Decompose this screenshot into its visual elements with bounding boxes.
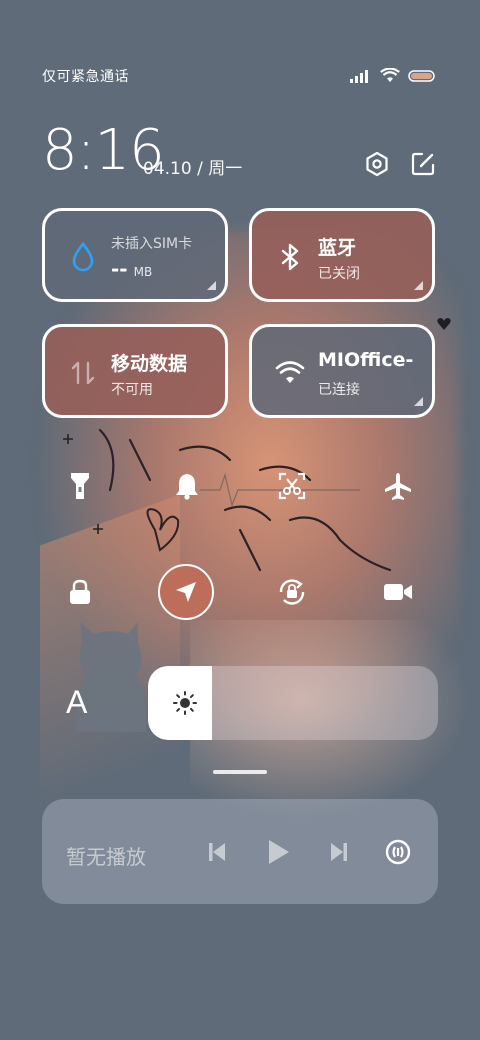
bell-icon xyxy=(176,474,198,500)
settings-icon[interactable] xyxy=(363,150,391,178)
brightness-slider[interactable] xyxy=(148,666,438,740)
previous-button[interactable] xyxy=(202,837,232,867)
mobile-data-status: 不可用 xyxy=(111,382,153,398)
date-text: 04.10 / 周一 xyxy=(143,159,243,179)
next-icon xyxy=(331,843,347,861)
mobile-data-title: 移动数据 xyxy=(111,353,188,375)
sim-label: 未插入SIM卡 xyxy=(111,236,193,252)
airplane-toggle[interactable] xyxy=(374,462,422,510)
play-button[interactable] xyxy=(263,837,293,867)
heart-doodle-icon xyxy=(437,318,451,330)
drag-handle[interactable] xyxy=(213,770,267,774)
sun-icon xyxy=(173,691,197,715)
rotate-lock-icon xyxy=(279,579,305,605)
signal-icon xyxy=(350,69,368,83)
wifi-icon xyxy=(380,68,400,82)
airplane-icon xyxy=(385,473,411,500)
status-bar: 仅可紧急通话 xyxy=(0,62,480,90)
carrier-text: 仅可紧急通话 xyxy=(42,69,129,85)
bluetooth-title: 蓝牙 xyxy=(318,237,357,259)
flashlight-icon xyxy=(71,473,89,499)
tile-corner-indicator xyxy=(207,281,216,290)
next-button[interactable] xyxy=(324,837,354,867)
screen-record-toggle[interactable] xyxy=(374,568,422,616)
wifi-icon xyxy=(275,361,305,383)
mobile-data-tile[interactable]: 移动数据 不可用 xyxy=(42,324,228,418)
lock-toggle[interactable] xyxy=(56,568,104,616)
bluetooth-tile[interactable]: 蓝牙 已关闭 xyxy=(249,208,435,302)
auto-rotate-toggle[interactable] xyxy=(268,568,316,616)
cast-icon xyxy=(385,839,411,865)
sim-usage-value: -- xyxy=(111,257,128,281)
play-icon xyxy=(269,840,289,864)
edit-icon[interactable] xyxy=(409,150,437,178)
location-toggle[interactable] xyxy=(158,564,214,620)
tile-corner-indicator xyxy=(414,397,423,406)
clock-header: 8:16 04.10 / 周一 xyxy=(40,118,440,188)
sim-data-tile[interactable]: 未插入SIM卡 -- MB xyxy=(42,208,228,302)
scissors-icon xyxy=(278,472,306,500)
sim-usage: -- MB xyxy=(111,257,152,281)
status-icons xyxy=(350,68,436,83)
lock-icon xyxy=(70,579,90,604)
battery-icon xyxy=(408,69,435,82)
cast-button[interactable] xyxy=(383,837,413,867)
data-arrows-icon xyxy=(71,361,95,385)
bluetooth-status: 已关闭 xyxy=(318,266,360,282)
wifi-status: 已连接 xyxy=(318,382,360,398)
screenshot-toggle[interactable] xyxy=(268,462,316,510)
media-title: 暂无播放 xyxy=(66,845,146,869)
bluetooth-icon xyxy=(281,243,299,271)
flashlight-toggle[interactable] xyxy=(56,462,104,510)
wifi-title: MIOffice- xyxy=(318,349,414,371)
video-camera-icon xyxy=(384,584,412,600)
previous-icon xyxy=(209,843,225,861)
location-arrow-icon xyxy=(176,582,196,602)
media-player-card[interactable]: 暂无播放 xyxy=(42,799,438,904)
tile-corner-indicator xyxy=(414,281,423,290)
sim-usage-unit: MB xyxy=(133,265,153,279)
wifi-tile[interactable]: MIOffice- 已连接 xyxy=(249,324,435,418)
water-drop-icon xyxy=(72,241,94,272)
mute-toggle[interactable] xyxy=(163,462,211,510)
font-size-icon[interactable]: A xyxy=(66,684,87,721)
